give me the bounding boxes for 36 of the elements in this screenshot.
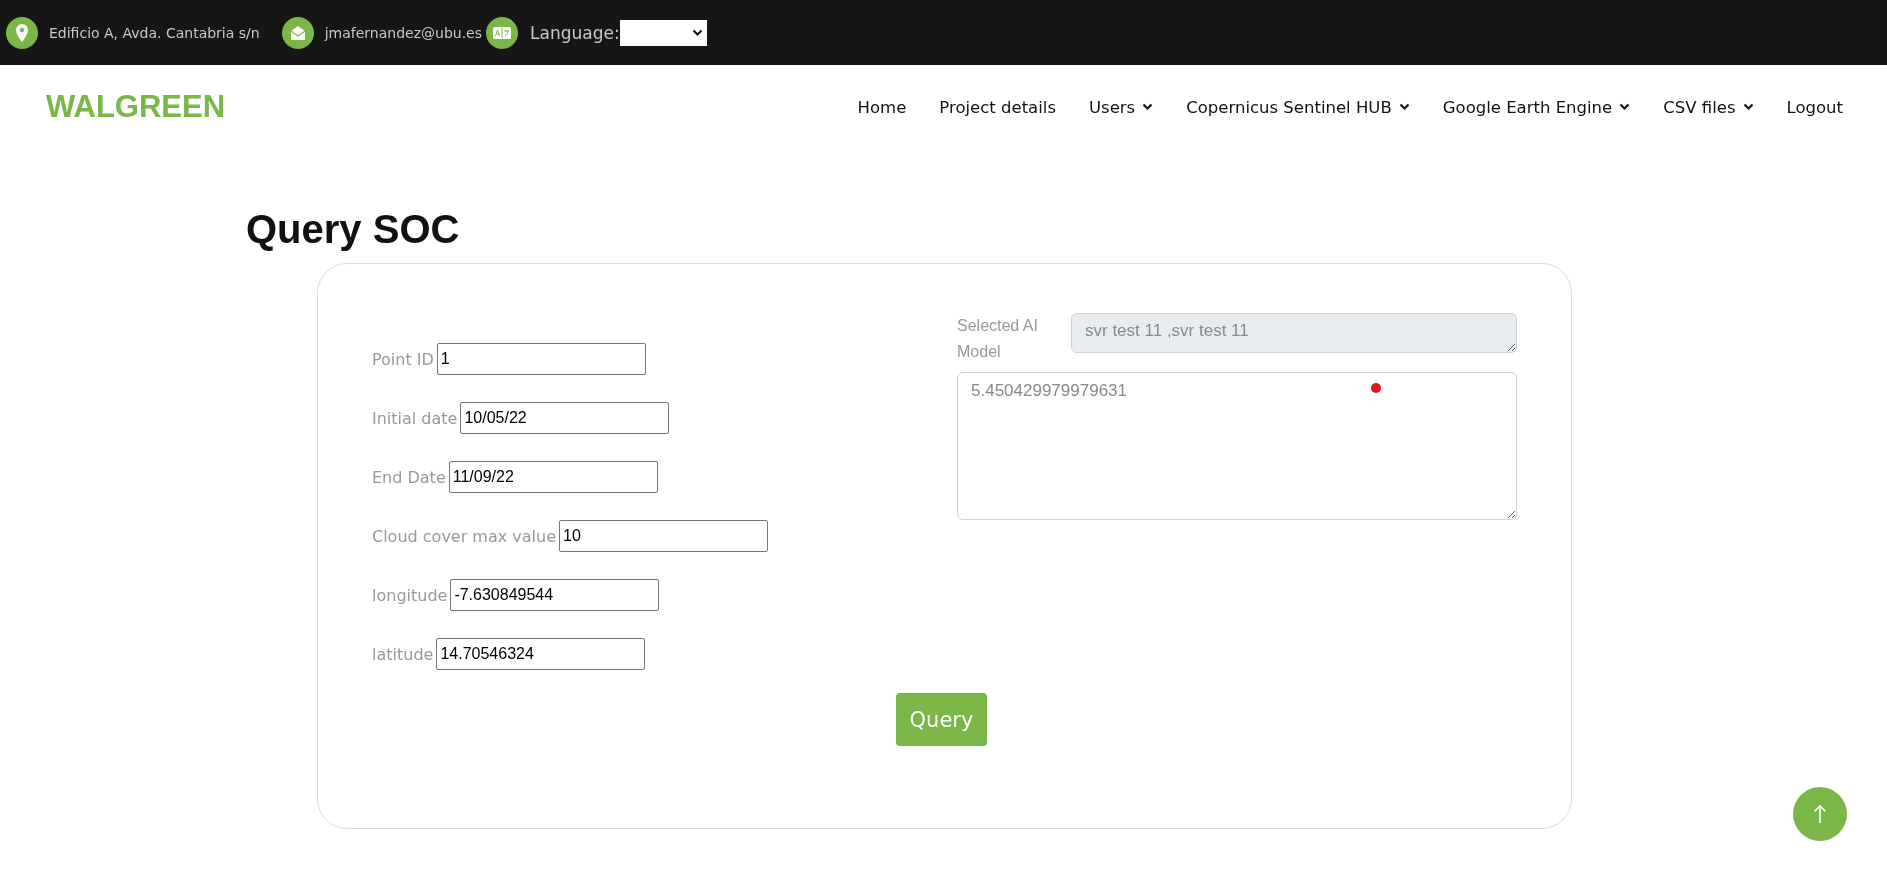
nav-link[interactable]: Home [857,97,907,117]
field-label: Initial date [372,408,458,428]
location-pin-icon [6,16,38,49]
chevron-down-icon [1398,103,1410,111]
address-text: Edificio A, Avda. Cantabria s/n [49,24,260,41]
field-label: longitude [372,585,448,605]
email-text: jmafernandez@ubu.es [324,24,482,41]
chevron-down-icon [691,28,703,37]
field-label: Point ID [372,349,434,369]
language-select[interactable] [619,19,707,46]
arrow-up-icon [1813,804,1827,824]
input-field[interactable]: 10 [559,520,768,552]
chevron-down-icon [1142,103,1154,111]
nav-link[interactable]: Google Earth Engine [1442,97,1631,117]
nav-link[interactable]: Logout [1786,97,1843,117]
chevron-down-icon [1619,103,1631,111]
nav-link[interactable]: CSV files [1663,97,1754,117]
input-field[interactable]: -7.630849544 [450,579,660,611]
result-field[interactable]: 5.450429979979631 [957,372,1517,520]
field-label: Cloud cover max value [372,526,556,546]
envelope-icon [281,16,314,49]
nav-link[interactable]: Project details [939,97,1056,117]
input-field[interactable]: 10/05/22 [460,402,670,434]
cursor-dot [1371,383,1381,393]
chevron-down-icon [1742,103,1754,111]
language-label: Language: [530,22,620,43]
input-field[interactable]: 1 [436,343,646,375]
field-label: End Date [372,467,446,487]
nav-link[interactable]: Users [1089,97,1154,117]
field-label: latitude [372,644,434,664]
translate-icon [486,16,518,49]
input-field[interactable]: 11/09/22 [448,461,658,493]
input-field[interactable]: 14.70546324 [436,638,646,670]
nav-link[interactable]: Copernicus Sentinel HUB [1186,97,1410,117]
field-label: Selected AI Model [957,316,1039,362]
page-title: Query SOC [246,206,461,253]
